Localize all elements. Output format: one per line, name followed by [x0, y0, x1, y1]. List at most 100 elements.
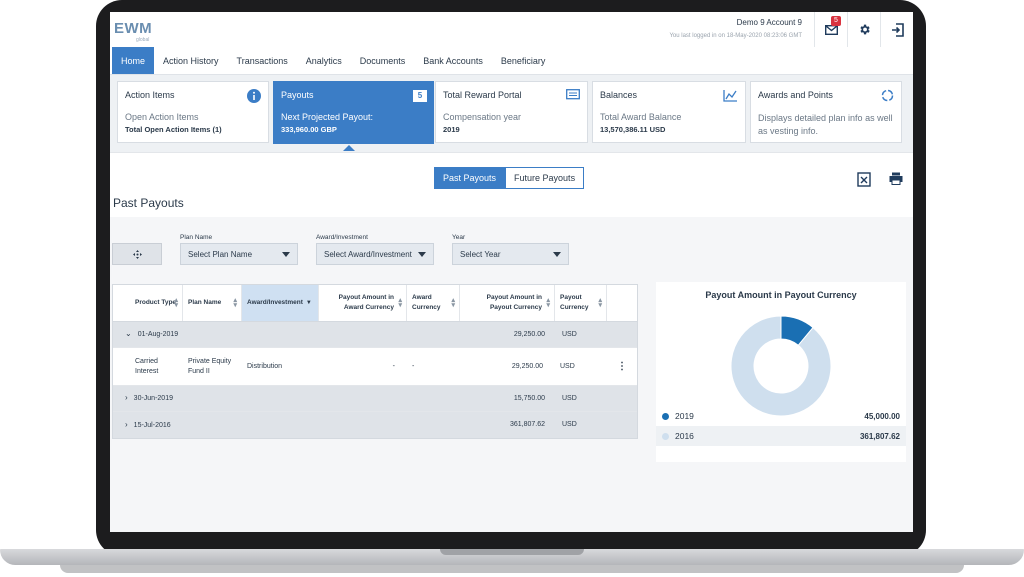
year-select[interactable]: Select Year — [452, 243, 569, 265]
card-title: Action Items — [125, 90, 175, 100]
sort-desc-icon: ▼ — [305, 300, 312, 306]
chevron-right-icon[interactable]: › — [125, 393, 128, 403]
filter-label: Plan Name — [180, 234, 213, 241]
sort-icon: ▴ ▾ — [174, 297, 178, 309]
settings-button[interactable] — [847, 12, 880, 47]
header-payout-currency[interactable]: Payout Currency ▴ ▾ — [555, 285, 607, 321]
payout-toggle: Past Payouts Future Payouts — [434, 167, 585, 189]
table-row-group[interactable]: › 15-Jul-2016 361,807.62 USD — [113, 412, 637, 438]
nav-home[interactable]: Home — [112, 47, 155, 74]
app-screen: EWM global Demo 9 Account 9 You last log… — [110, 12, 913, 532]
card-title: Awards and Points — [758, 90, 833, 100]
award-investment-select[interactable]: Select Award/Investment — [316, 243, 434, 265]
legend-value: 361,807.62 — [859, 431, 900, 441]
logout-icon — [891, 22, 904, 37]
card-balances[interactable]: Balances Total Award Balance 13,570,386.… — [592, 81, 746, 143]
nav-bank-accounts[interactable]: Bank Accounts — [414, 47, 492, 74]
table-row[interactable]: Carried Interest Private Equity Fund II … — [113, 348, 637, 386]
refresh-icon — [881, 89, 894, 102]
payout-currency: USD — [562, 421, 577, 428]
export-tools — [857, 172, 903, 187]
header-award-currency[interactable]: Award Currency ▴ ▾ — [407, 285, 460, 321]
line-chart-icon — [723, 90, 737, 102]
legend-label: 2016 — [675, 431, 694, 441]
last-login-text: You last logged in on 18-May-2020 08:23:… — [669, 33, 802, 39]
card-total-reward-portal[interactable]: Total Reward Portal Compensation year 20… — [435, 81, 588, 143]
portal-icon — [566, 89, 580, 100]
card-value: Total Open Action Items (1) — [125, 125, 222, 134]
laptop-base-shadow — [60, 565, 964, 573]
filter-label: Year — [452, 234, 466, 241]
table-row-group[interactable]: ⌄ 01-Aug-2019 29,250.00 USD — [113, 322, 637, 348]
account-info: Demo 9 Account 9 You last logged in on 1… — [669, 18, 802, 39]
mail-count-badge: 5 — [831, 16, 841, 26]
legend-label: 2019 — [675, 411, 694, 421]
chevron-down-icon — [553, 251, 561, 257]
logo[interactable]: EWM — [114, 20, 152, 37]
chevron-right-icon[interactable]: › — [125, 420, 128, 430]
payout-amount: 29,250.00 — [513, 330, 545, 338]
card-subtitle: Open Action Items — [125, 112, 199, 122]
chart-title: Payout Amount in Payout Currency — [705, 290, 857, 300]
legend-value: 45,000.00 — [864, 411, 900, 421]
nav-transactions[interactable]: Transactions — [228, 47, 297, 74]
year-filter: Year Select Year — [452, 234, 569, 265]
chevron-down-icon — [282, 251, 290, 257]
active-card-caret — [343, 145, 355, 151]
account-name[interactable]: Demo 9 Account 9 — [669, 18, 802, 27]
card-subtitle: Next Projected Payout: — [281, 112, 374, 122]
chart-legend: 2019 45,000.00 2016 361,807.62 — [656, 406, 906, 446]
logout-button[interactable] — [880, 12, 913, 47]
legend-item[interactable]: 2019 45,000.00 — [656, 406, 906, 426]
card-awards-and-points[interactable]: Awards and Points Displays detailed plan… — [750, 81, 902, 143]
header-amount-award-currency[interactable]: Payout Amount in Award Currency ▴ ▾ — [319, 285, 407, 321]
payout-amount: 29,250.00 — [511, 362, 543, 370]
plan-name: Private Equity Fund II — [188, 357, 232, 375]
excel-export-icon[interactable] — [857, 172, 871, 187]
plan-name-select[interactable]: Select Plan Name — [180, 243, 298, 265]
select-placeholder: Select Year — [460, 249, 501, 259]
past-payouts-button[interactable]: Past Payouts — [434, 167, 506, 189]
more-options-icon[interactable]: ⋮ — [607, 361, 637, 372]
group-date: 01-Aug-2019 — [137, 331, 179, 338]
table-row-group[interactable]: › 30-Jun-2019 15,750.00 USD — [113, 386, 637, 412]
info-icon — [247, 89, 261, 103]
sort-icon: ▴ ▾ — [546, 297, 550, 309]
header-plan-name[interactable]: Plan Name ▴ ▾ — [183, 285, 242, 321]
sort-icon: ▴ ▾ — [598, 297, 602, 309]
card-action-items[interactable]: Action Items Open Action Items Total Ope… — [117, 81, 269, 143]
amount-award-currency: - — [392, 362, 395, 370]
donut-slice-2016[interactable] — [730, 315, 832, 417]
nav-action-history[interactable]: Action History — [154, 47, 228, 74]
payout-currency: USD — [562, 394, 577, 402]
card-value: 333,960.00 GBP — [281, 125, 337, 134]
payout-currency: USD — [560, 362, 575, 370]
header-award-investment[interactable]: Award/Investment ▼ — [242, 285, 319, 321]
sort-icon: ▴ ▾ — [233, 297, 237, 309]
payout-amount: 15,750.00 — [513, 394, 545, 402]
column-chooser-button[interactable] — [112, 243, 162, 265]
chevron-down-icon[interactable]: ⌄ — [125, 329, 132, 339]
filter-label: Award/Investment — [316, 234, 368, 241]
plan-name-filter: Plan Name Select Plan Name — [180, 234, 298, 265]
mail-button[interactable]: 5 — [814, 12, 847, 47]
legend-item[interactable]: 2016 361,807.62 — [656, 426, 906, 446]
header-product-type[interactable]: Product Type ▴ ▾ — [113, 285, 183, 321]
card-title: Payouts — [281, 90, 314, 100]
main-content: Past Payouts Future Payouts Past Payouts… — [110, 154, 913, 532]
nav-documents[interactable]: Documents — [351, 47, 415, 74]
chevron-down-icon — [418, 251, 426, 257]
group-date: 15-Jul-2016 — [133, 421, 171, 429]
print-icon[interactable] — [889, 172, 903, 185]
card-payouts[interactable]: Payouts 5 Next Projected Payout: 333,960… — [273, 81, 434, 144]
nav-beneficiary[interactable]: Beneficiary — [492, 47, 555, 74]
payouts-count: 5 — [413, 90, 427, 102]
summary-cards: Action Items Open Action Items Total Ope… — [110, 75, 913, 153]
card-subtitle: Compensation year — [443, 112, 522, 122]
select-placeholder: Select Award/Investment — [324, 249, 412, 259]
gear-icon — [859, 24, 870, 35]
nav-analytics[interactable]: Analytics — [297, 47, 351, 74]
header-amount-payout-currency[interactable]: Payout Amount in Payout Currency ▴ ▾ — [460, 285, 555, 321]
future-payouts-button[interactable]: Future Payouts — [505, 167, 585, 189]
table-header: Product Type ▴ ▾ Plan Name ▴ ▾ Award/Investm… — [113, 285, 637, 322]
